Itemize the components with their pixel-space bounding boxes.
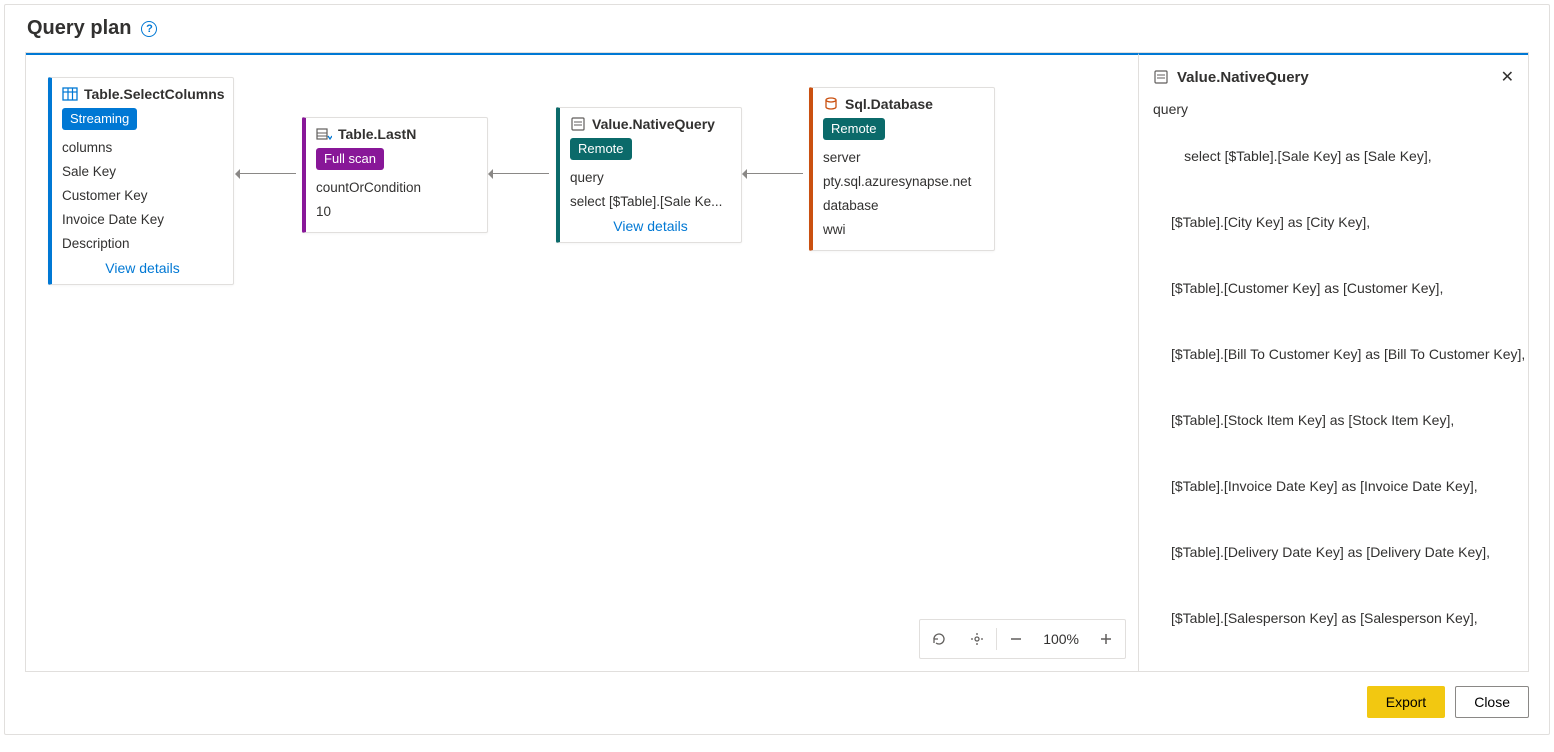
export-button[interactable]: Export — [1367, 686, 1445, 718]
node-row: Description — [62, 232, 223, 256]
sql-line: [$Table].[Stock Item Key] as [Stock Item… — [1153, 409, 1514, 431]
arrow — [236, 173, 296, 174]
node-title-text: Value.NativeQuery — [592, 116, 715, 132]
zoom-out-button[interactable] — [997, 620, 1035, 658]
details-panel: Value.NativeQuery ✕ query select [$Table… — [1138, 53, 1528, 671]
close-icon[interactable]: ✕ — [1501, 67, 1514, 87]
node-title-text: Table.LastN — [338, 126, 416, 142]
node-row: countOrCondition — [316, 176, 477, 200]
node-value-nativequery[interactable]: Value.NativeQuery Remote query select [$… — [556, 107, 742, 243]
details-title: Value.NativeQuery — [1177, 69, 1493, 86]
view-details-link[interactable]: View details — [570, 214, 731, 234]
sql-line: [$Table].[Bill To Customer Key] as [Bill… — [1153, 343, 1514, 365]
node-row: pty.sql.azuresynapse.net — [823, 170, 984, 194]
remote-badge: Remote — [570, 138, 632, 160]
close-button[interactable]: Close — [1455, 686, 1529, 718]
content-area: Table.SelectColumns Streaming columns Sa… — [25, 52, 1529, 672]
lastn-icon — [316, 126, 332, 142]
node-row: Invoice Date Key — [62, 208, 223, 232]
remote-badge: Remote — [823, 118, 885, 140]
page-title: Query plan — [27, 17, 131, 40]
zoom-toolbar: 100% — [919, 619, 1126, 659]
query-plan-canvas[interactable]: Table.SelectColumns Streaming columns Sa… — [26, 53, 1138, 671]
dialog-footer: Export Close — [25, 686, 1529, 718]
zoom-in-button[interactable] — [1087, 620, 1125, 658]
node-row: 10 — [316, 200, 477, 224]
streaming-badge: Streaming — [62, 108, 137, 130]
node-row: Customer Key — [62, 184, 223, 208]
details-label: query — [1153, 101, 1514, 117]
sql-line: [$Table].[City Key] as [City Key], — [1153, 211, 1514, 233]
node-row: select [$Table].[Sale Ke... — [570, 190, 731, 214]
sql-line: [$Table].[Invoice Date Key] as [Invoice … — [1153, 475, 1514, 497]
fullscan-badge: Full scan — [316, 148, 384, 170]
arrow — [489, 173, 549, 174]
arrow — [743, 173, 803, 174]
query-icon — [1153, 69, 1169, 85]
table-icon — [62, 86, 78, 102]
sql-line: select [$Table].[Sale Key] as [Sale Key]… — [1184, 148, 1431, 164]
sql-line: [$Table].[Salesperson Key] as [Salespers… — [1153, 607, 1514, 629]
node-table-selectcolumns[interactable]: Table.SelectColumns Streaming columns Sa… — [48, 77, 234, 285]
node-table-lastn[interactable]: Table.LastN Full scan countOrCondition 1… — [302, 117, 488, 233]
node-row: columns — [62, 136, 223, 160]
node-title-text: Sql.Database — [845, 96, 933, 112]
zoom-level: 100% — [1035, 631, 1087, 647]
reset-view-button[interactable] — [920, 620, 958, 658]
dialog-frame: Query plan ? Table.SelectColumns Streami… — [4, 4, 1550, 735]
info-icon[interactable]: ? — [141, 21, 157, 37]
dialog-header: Query plan ? — [27, 17, 1529, 40]
node-sql-database[interactable]: Sql.Database Remote server pty.sql.azure… — [809, 87, 995, 251]
node-row: database — [823, 194, 984, 218]
query-icon — [570, 116, 586, 132]
sql-line: [$Table].[Customer Key] as [Customer Key… — [1153, 277, 1514, 299]
database-icon — [823, 96, 839, 112]
sql-line: [$Table].[Delivery Date Key] as [Deliver… — [1153, 541, 1514, 563]
node-title-text: Table.SelectColumns — [84, 86, 225, 102]
sql-text: select [$Table].[Sale Key] as [Sale Key]… — [1153, 123, 1514, 671]
node-row: wwi — [823, 218, 984, 242]
node-row: server — [823, 146, 984, 170]
node-row: query — [570, 166, 731, 190]
node-row: Sale Key — [62, 160, 223, 184]
view-details-link[interactable]: View details — [62, 256, 223, 276]
fit-view-button[interactable] — [958, 620, 996, 658]
